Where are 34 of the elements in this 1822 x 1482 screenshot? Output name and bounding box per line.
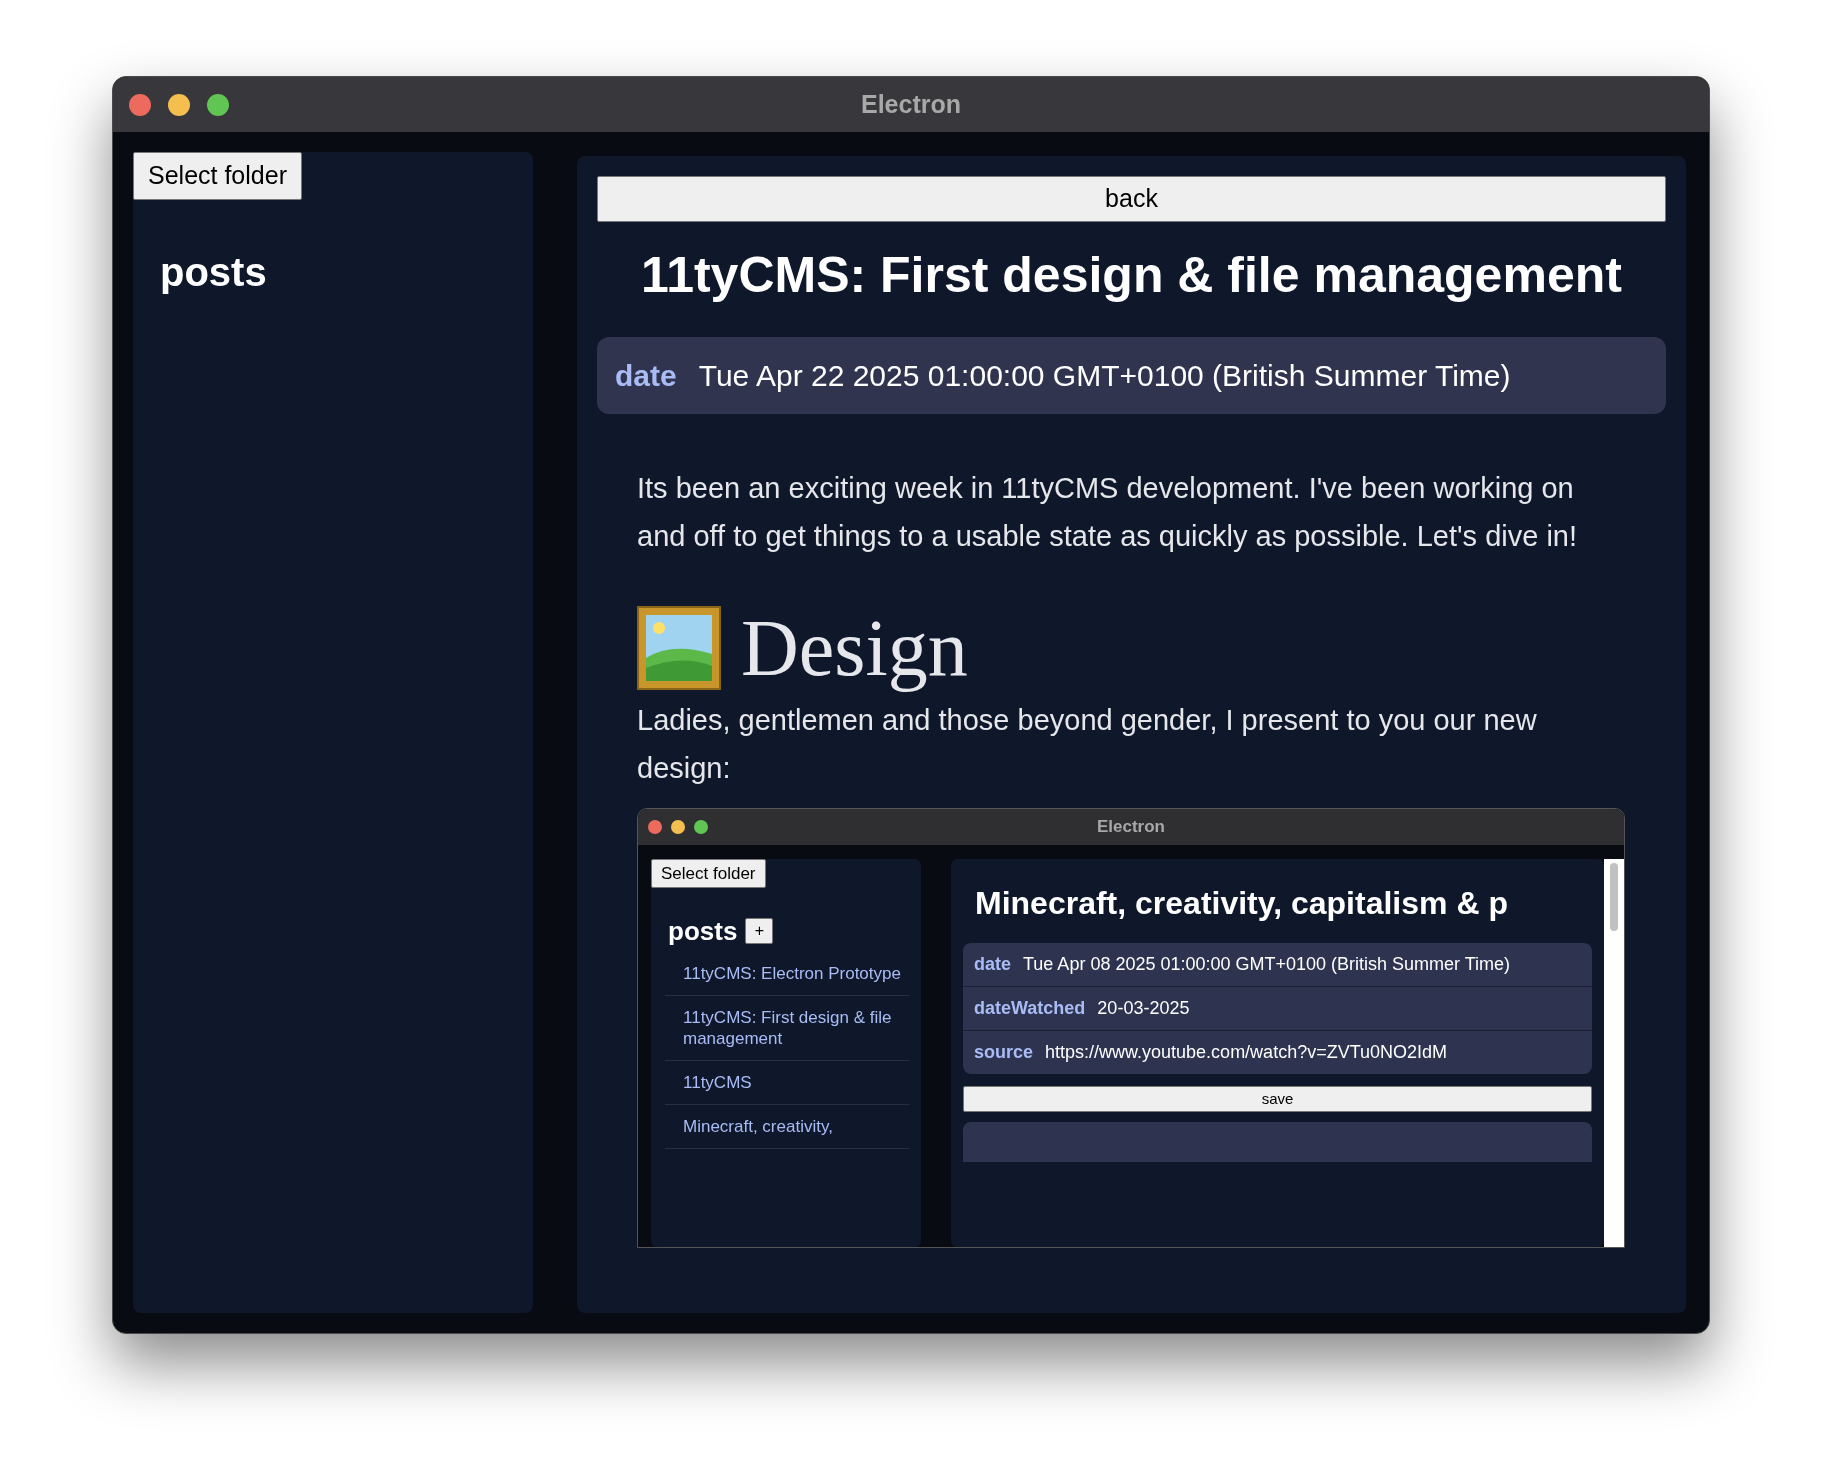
body-paragraph: Its been an exciting week in 11tyCMS development. I've been working on and off to get things to a usable state as quickly as possible. Let's dive in! xyxy=(637,470,1579,554)
minimize-icon[interactable] xyxy=(671,819,685,834)
field-label: date xyxy=(615,357,677,394)
add-button[interactable]: + xyxy=(745,918,774,944)
sidebar-post-link[interactable]: 11tyCMS: First design & file management xyxy=(665,996,909,1061)
field-label: source xyxy=(974,1040,1034,1064)
framed-picture-icon xyxy=(637,605,721,690)
body-paragraph: Ladies, gentlemen and those beyond gender, I present to you our new design: xyxy=(637,702,1538,786)
field-label: date xyxy=(974,952,1011,976)
close-icon[interactable] xyxy=(129,93,151,116)
field-value[interactable]: Tue Apr 22 2025 01:00:00 GMT+0100 (British Summer Time) xyxy=(698,352,1511,398)
select-folder-button[interactable]: Select folder xyxy=(133,152,302,200)
minimize-icon[interactable] xyxy=(168,93,190,116)
window-title: Electron xyxy=(1097,815,1165,838)
select-folder-button[interactable]: Select folder xyxy=(651,858,766,888)
sidebar-post-link[interactable]: 11tyCMS: Electron Prototype xyxy=(665,952,909,996)
sidebar-post-link[interactable]: 11tyCMS xyxy=(665,1061,909,1105)
maximize-icon[interactable] xyxy=(207,93,229,116)
scrollbar[interactable] xyxy=(1604,858,1624,1247)
post-title: Minecraft, creativity, capitalism & p xyxy=(974,883,1509,923)
field-value[interactable]: https://www.youtube.com/watch?v=ZVTu0NO2IdM xyxy=(1045,1041,1448,1063)
sidebar-heading: posts xyxy=(159,248,268,296)
maximize-icon[interactable] xyxy=(694,819,708,834)
sidebar-heading: posts xyxy=(668,918,738,944)
window-title: Electron xyxy=(861,88,961,120)
field-value[interactable]: Tue Apr 08 2025 01:00:00 GMT+0100 (British Summer Time) xyxy=(1023,953,1511,975)
section-heading: Design xyxy=(741,602,968,694)
sidebar-post-link[interactable]: Minecraft, creativity, xyxy=(665,1105,909,1149)
save-button[interactable]: save xyxy=(963,1085,1592,1112)
back-button[interactable]: back xyxy=(597,176,1666,222)
field-label: dateWatched xyxy=(974,996,1086,1020)
field-value[interactable]: 20-03-2025 xyxy=(1097,997,1190,1019)
close-icon[interactable] xyxy=(648,819,662,834)
post-title: 11tyCMS: First design & file management xyxy=(640,245,1623,305)
